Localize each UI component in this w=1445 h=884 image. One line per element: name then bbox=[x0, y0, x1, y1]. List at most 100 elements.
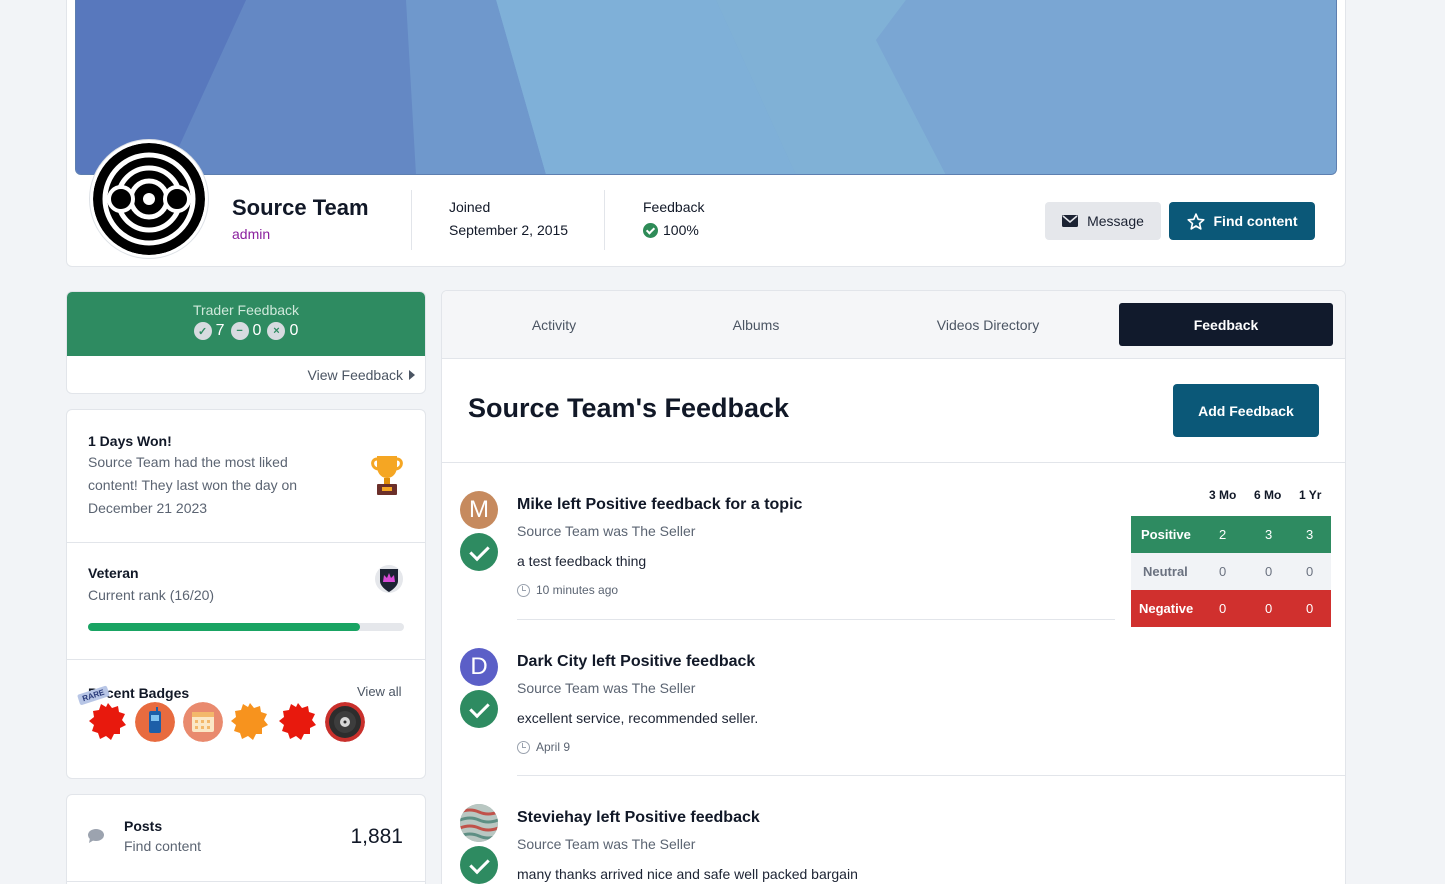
user-avatar[interactable]: D bbox=[460, 648, 498, 686]
feedback-entry-text: many thanks arrived nice and safe well p… bbox=[517, 866, 858, 882]
days-won-section: 1 Days Won! Source Team had the most lik… bbox=[67, 410, 425, 543]
stats-cell: 3 bbox=[1265, 527, 1273, 542]
rank-shield-icon bbox=[375, 565, 403, 593]
add-feedback-button[interactable]: Add Feedback bbox=[1173, 384, 1319, 437]
rank-text: Current rank (16/20) bbox=[88, 587, 215, 603]
tab-activity[interactable]: Activity bbox=[482, 303, 626, 346]
check-circle-icon bbox=[643, 223, 658, 238]
profile-name: Source Team bbox=[232, 195, 369, 220]
red-badge-icon[interactable] bbox=[278, 702, 318, 742]
achievements-card: 1 Days Won! Source Team had the most lik… bbox=[66, 409, 426, 779]
posts-card: Posts Find content 1,881 bbox=[66, 794, 426, 884]
feedback-page-title: Source Team's Feedback bbox=[468, 393, 790, 423]
record-badge-icon[interactable] bbox=[325, 702, 365, 742]
caret-right-icon bbox=[409, 370, 415, 380]
stats-row-label: Negative bbox=[1139, 601, 1194, 616]
joined-label: Joined bbox=[449, 199, 491, 215]
orange-badge-icon[interactable] bbox=[230, 702, 270, 742]
posts-label: Posts bbox=[124, 818, 163, 834]
feedback-entry-time-text: 10 minutes ago bbox=[536, 583, 619, 597]
stats-cell: 0 bbox=[1306, 601, 1314, 616]
feedback-score: 100% bbox=[643, 222, 699, 238]
trader-feedback-summary: Trader Feedback ✓ 7 −0 × 0 bbox=[67, 292, 425, 356]
find-content-label: Find content bbox=[1213, 213, 1298, 229]
feedback-entry-role: Source Team was The Seller bbox=[517, 836, 696, 852]
profile-avatar[interactable] bbox=[90, 140, 208, 258]
feedback-entry-title[interactable]: Dark City left Positive feedback bbox=[517, 653, 755, 671]
feedback-entry-role: Source Team was The Seller bbox=[517, 680, 696, 696]
negative-x-icon: × bbox=[267, 322, 286, 340]
divider bbox=[517, 619, 1115, 620]
stats-cell: 0 bbox=[1265, 601, 1273, 616]
divider bbox=[604, 190, 605, 250]
rank-progress-fill bbox=[88, 623, 360, 631]
calendar-badge-icon[interactable] bbox=[183, 702, 223, 742]
stats-header-1yr: 1 Yr bbox=[1299, 488, 1322, 502]
tab-albums[interactable]: Albums bbox=[688, 303, 824, 346]
rare-badge-icon[interactable] bbox=[88, 702, 128, 742]
user-avatar[interactable] bbox=[460, 804, 498, 842]
feedback-label: Feedback bbox=[643, 199, 705, 215]
radio-badge-icon[interactable] bbox=[135, 702, 175, 742]
trader-feedback-title: Trader Feedback bbox=[192, 302, 300, 318]
negative-count: 0 bbox=[289, 322, 299, 339]
feedback-entry: Steviehay left Positive feedback Source … bbox=[442, 804, 1345, 884]
find-content-button[interactable]: Find content bbox=[1169, 202, 1315, 240]
posts-find-content-link[interactable]: Find content bbox=[124, 838, 201, 854]
message-button-label: Message bbox=[1087, 213, 1144, 229]
clock-icon bbox=[517, 740, 530, 754]
view-feedback-label: View Feedback bbox=[307, 367, 403, 383]
cover-photo bbox=[75, 0, 1337, 175]
feedback-entry-text: excellent service, recommended seller. bbox=[517, 710, 759, 726]
positive-check-icon bbox=[460, 533, 498, 571]
clock-icon bbox=[517, 583, 530, 597]
tab-videos-directory[interactable]: Videos Directory bbox=[912, 303, 1064, 346]
stats-cell: 0 bbox=[1219, 601, 1227, 616]
joined-date: September 2, 2015 bbox=[449, 222, 569, 238]
divider bbox=[517, 775, 1345, 776]
posts-count: 1,881 bbox=[350, 825, 403, 848]
feedback-entry: D Dark City left Positive feedback Sourc… bbox=[442, 648, 1345, 778]
positive-check-icon bbox=[460, 690, 498, 728]
trophy-icon bbox=[371, 456, 403, 495]
stats-header-6mo: 6 Mo bbox=[1254, 488, 1282, 502]
feedback-panel: Activity Albums Videos Directory Feedbac… bbox=[441, 290, 1346, 884]
stats-row-positive: Positive 2 3 3 bbox=[1131, 516, 1331, 553]
feedback-entry-text: a test feedback thing bbox=[517, 553, 647, 569]
rank-progress-bar bbox=[88, 623, 404, 631]
profile-role: admin bbox=[232, 226, 271, 242]
days-won-title: 1 Days Won! bbox=[88, 433, 172, 449]
feedback-entry-time-text: April 9 bbox=[536, 740, 571, 754]
feedback-entry-time: 10 minutes ago bbox=[517, 583, 618, 597]
trader-feedback-counts: ✓ 7 −0 × 0 bbox=[67, 322, 425, 340]
stats-row-neutral: Neutral 0 0 0 bbox=[1131, 553, 1331, 590]
comment-icon bbox=[88, 829, 104, 843]
profile-tabs: Activity Albums Videos Directory Feedbac… bbox=[442, 291, 1345, 359]
feedback-entry-title[interactable]: Mike left Positive feedback for a topic bbox=[517, 496, 802, 514]
stats-cell: 2 bbox=[1219, 527, 1227, 542]
feedback-percent: 100% bbox=[663, 222, 699, 238]
stats-row-label: Positive bbox=[1141, 527, 1191, 542]
feedback-entry-title[interactable]: Steviehay left Positive feedback bbox=[517, 809, 760, 827]
stats-row-negative: Negative 0 0 0 bbox=[1131, 590, 1331, 627]
tab-feedback[interactable]: Feedback bbox=[1119, 303, 1333, 346]
feedback-entry-role: Source Team was The Seller bbox=[517, 523, 696, 539]
neutral-minus-icon: − bbox=[230, 322, 249, 340]
message-button[interactable]: Message bbox=[1045, 202, 1161, 240]
stats-row-label: Neutral bbox=[1143, 564, 1188, 579]
user-avatar[interactable]: M bbox=[460, 491, 498, 529]
stats-cell: 0 bbox=[1219, 564, 1227, 579]
envelope-icon bbox=[1062, 215, 1079, 227]
divider bbox=[411, 190, 412, 250]
star-icon bbox=[1186, 212, 1205, 230]
view-feedback-link[interactable]: View Feedback bbox=[67, 356, 425, 393]
stats-header-3mo: 3 Mo bbox=[1209, 488, 1237, 502]
neutral-count: 0 bbox=[252, 322, 262, 339]
positive-check-icon bbox=[460, 846, 498, 884]
stats-cell: 3 bbox=[1306, 527, 1314, 542]
view-all-badges-link[interactable]: View all bbox=[357, 684, 402, 699]
feedback-header: Source Team's Feedback Add Feedback bbox=[442, 359, 1345, 463]
recent-badges-section: Recent Badges View all RARE bbox=[67, 660, 425, 778]
feedback-entry-time: April 9 bbox=[517, 740, 570, 754]
trader-feedback-card: Trader Feedback ✓ 7 −0 × 0 View Feedback bbox=[66, 291, 426, 394]
